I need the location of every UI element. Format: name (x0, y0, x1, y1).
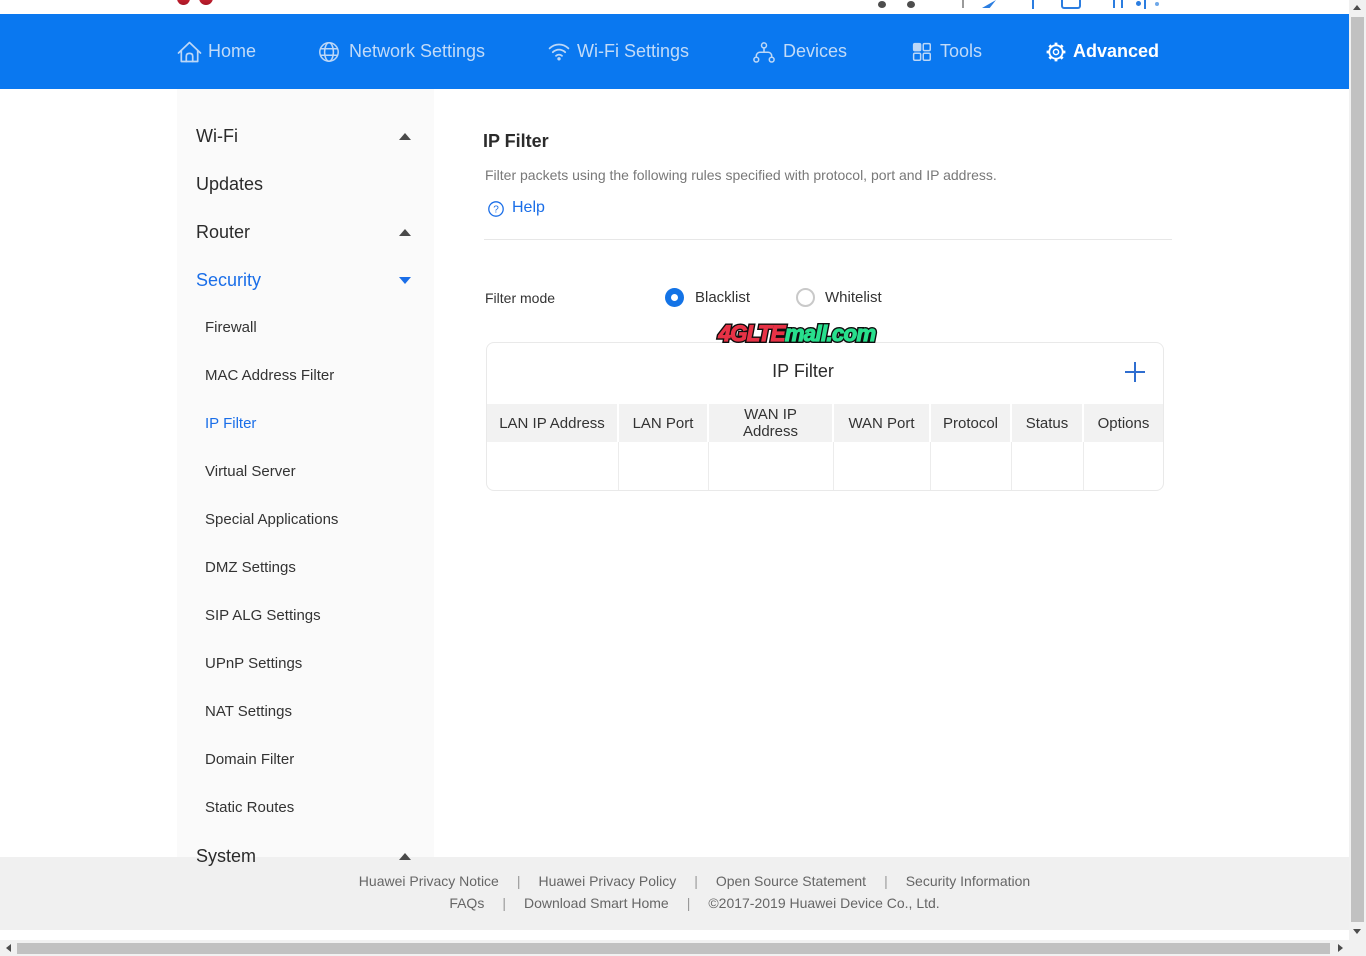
svg-text:?: ? (493, 205, 499, 216)
